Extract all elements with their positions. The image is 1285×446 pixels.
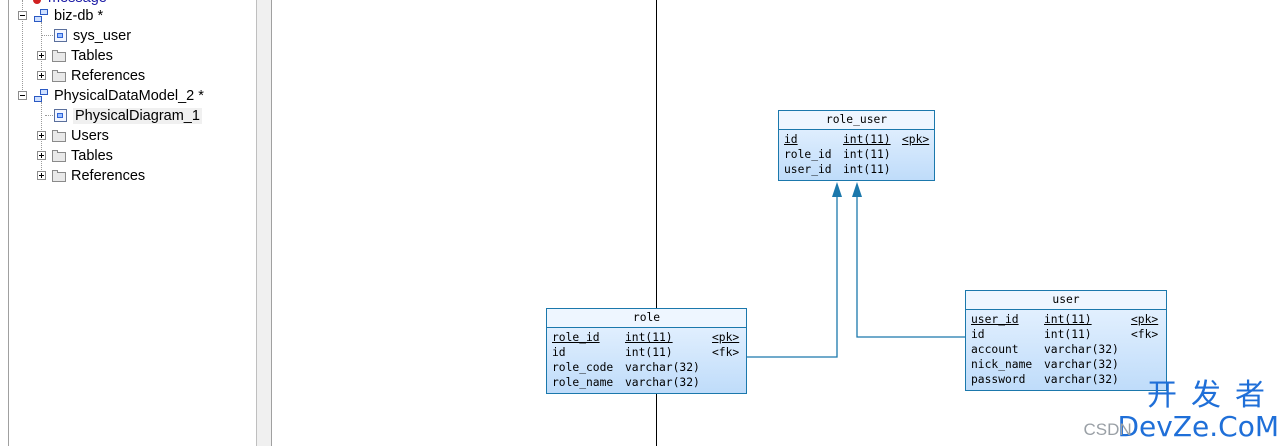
column-type: int(11) — [625, 346, 673, 359]
tree-item-users[interactable]: Users — [51, 126, 109, 146]
tree-item-tables[interactable]: Tables — [51, 46, 113, 66]
watermark-csdn: CSDN — [1083, 420, 1132, 439]
expand-icon[interactable] — [37, 71, 46, 80]
tree-item-label: References — [71, 168, 146, 184]
column-type: int(11) — [1044, 313, 1092, 326]
entity-column-row: role_name varchar(32) — [552, 375, 741, 390]
tree-item-physical-diagram[interactable]: PhysicalDiagram_1 — [53, 106, 202, 126]
column-name: id — [971, 328, 985, 341]
watermark-cn: 开发者 — [1147, 378, 1279, 413]
column-key: <pk> — [902, 133, 930, 146]
model-icon — [34, 89, 50, 103]
tree-item-references-2[interactable]: References — [51, 166, 145, 186]
tree-item-label: Tables — [71, 48, 113, 64]
tree-item-label: sys_user — [73, 28, 132, 44]
tree-connector — [45, 115, 53, 117]
column-name: id — [552, 346, 566, 359]
collapse-icon[interactable] — [18, 11, 27, 20]
entity-title: role_user — [779, 111, 934, 130]
entity-title: user — [966, 291, 1166, 310]
entity-column-row: id int(11) <fk> — [552, 345, 741, 360]
column-type: varchar(32) — [625, 361, 700, 374]
reference-role-to-role-user[interactable] — [746, 182, 842, 358]
entity-column-row: user_id int(11) — [784, 162, 929, 177]
entity-column-row: role_id int(11) — [784, 147, 929, 162]
column-key: <pk> — [1131, 313, 1159, 326]
watermark: 开发者 DevZe.CoM CSDN — [1083, 378, 1279, 443]
column-name: id — [784, 133, 798, 146]
column-type: int(11) — [1044, 328, 1092, 341]
column-type: int(11) — [843, 163, 891, 176]
tree-guide-line — [8, 0, 9, 446]
folder-icon — [51, 69, 67, 83]
column-name: account — [971, 343, 1019, 356]
tree-item-label: PhysicalDataModel_2 * — [54, 88, 204, 104]
entity-column-row: id int(11) <fk> — [971, 327, 1161, 342]
tree-connector — [41, 35, 53, 37]
watermark-en: DevZe.CoM — [1117, 410, 1279, 443]
tree-item-biz-db[interactable]: biz-db * — [34, 6, 103, 26]
table-icon — [32, 0, 44, 5]
column-key: <fk> — [1131, 328, 1159, 341]
tree-item-label: References — [71, 68, 146, 84]
folder-icon — [51, 149, 67, 163]
model-icon — [34, 9, 50, 23]
collapse-icon[interactable] — [18, 91, 27, 100]
column-name: role_code — [552, 361, 614, 374]
column-name: user_id — [971, 313, 1019, 326]
entity-column-row: role_code varchar(32) — [552, 360, 741, 375]
arrowhead-icon — [832, 182, 842, 197]
entity-column-row: account varchar(32) — [971, 342, 1161, 357]
entity-column-row: user_id int(11) <pk> — [971, 312, 1161, 327]
expand-icon[interactable] — [37, 171, 46, 180]
column-type: int(11) — [625, 331, 673, 344]
column-type: int(11) — [843, 133, 891, 146]
folder-icon — [51, 169, 67, 183]
column-key: <fk> — [712, 346, 740, 359]
entity-title: role — [547, 309, 746, 328]
expand-icon[interactable] — [37, 51, 46, 60]
panel-splitter[interactable] — [256, 0, 272, 446]
column-type: varchar(32) — [1044, 358, 1119, 371]
column-type: varchar(32) — [1044, 373, 1119, 386]
expand-icon[interactable] — [37, 151, 46, 160]
entity-user[interactable]: user user_id int(11) <pk> id int(11) <fk… — [965, 290, 1167, 391]
entity-role-user[interactable]: role_user id int(11) <pk> role_id int(11… — [778, 110, 935, 181]
column-name: nick_name — [971, 358, 1033, 371]
column-name: role_id — [552, 331, 600, 344]
tree-item-tables-2[interactable]: Tables — [51, 146, 113, 166]
entity-role[interactable]: role role_id int(11) <pk> id int(11) <fk… — [546, 308, 747, 394]
column-name: password — [971, 373, 1026, 386]
diagram-icon — [53, 109, 69, 123]
tree-item-sys-user[interactable]: sys_user — [53, 26, 131, 46]
column-name: role_name — [552, 376, 614, 389]
column-type: varchar(32) — [625, 376, 700, 389]
column-type: varchar(32) — [1044, 343, 1119, 356]
tree-item-label: Users — [71, 128, 109, 144]
folder-icon — [51, 49, 67, 63]
tree-item-label: biz-db * — [54, 8, 104, 24]
reference-user-to-role-user[interactable] — [852, 182, 965, 338]
tree-item-label: Tables — [71, 148, 113, 164]
tree-connector — [41, 22, 43, 76]
arrowhead-icon — [852, 182, 862, 197]
expand-icon[interactable] — [37, 131, 46, 140]
folder-icon — [51, 129, 67, 143]
entity-column-row: id int(11) <pk> — [784, 132, 929, 147]
column-name: user_id — [784, 163, 832, 176]
column-type: int(11) — [843, 148, 891, 161]
diagram-icon — [53, 29, 69, 43]
tree-item-references[interactable]: References — [51, 66, 145, 86]
model-browser-tree: message biz-db * sys_user Tables Referen… — [0, 0, 256, 446]
column-name: role_id — [784, 148, 832, 161]
entity-column-row: nick_name varchar(32) — [971, 357, 1161, 372]
tree-item-label: PhysicalDiagram_1 — [73, 108, 202, 124]
entity-column-row: role_id int(11) <pk> — [552, 330, 741, 345]
tree-item-physical-data-model[interactable]: PhysicalDataModel_2 * — [34, 86, 204, 106]
column-key: <pk> — [712, 331, 740, 344]
